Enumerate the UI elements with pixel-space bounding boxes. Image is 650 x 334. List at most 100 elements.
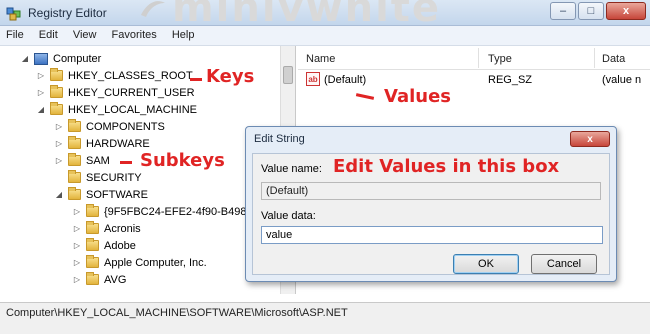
column-header-type[interactable]: Type bbox=[488, 53, 512, 65]
cancel-button[interactable]: Cancel bbox=[531, 254, 597, 274]
menu-view[interactable]: View bbox=[67, 26, 103, 41]
expand-icon[interactable]: ▷ bbox=[72, 207, 82, 217]
minimize-button[interactable]: – bbox=[550, 2, 576, 20]
tree-label: HARDWARE bbox=[86, 137, 150, 150]
tree-item-guid[interactable]: ▷ {9F5FBC24-EFE2-4f90-B498- bbox=[72, 203, 250, 220]
tree-item-acronis[interactable]: ▷ Acronis bbox=[72, 220, 141, 237]
tree-item-avg[interactable]: ▷ AVG bbox=[72, 271, 126, 288]
menu-file[interactable]: File bbox=[0, 26, 30, 41]
folder-icon bbox=[86, 272, 99, 285]
dialog-close-button[interactable]: x bbox=[570, 131, 610, 147]
dialog-body: Value name: Edit Values in this box (Def… bbox=[252, 153, 610, 275]
folder-icon bbox=[68, 170, 81, 183]
value-name-label: Value name: bbox=[261, 163, 322, 175]
annotation-dash bbox=[190, 78, 202, 81]
list-item[interactable]: ab (Default) REG_SZ (value n bbox=[298, 72, 650, 90]
dialog-title: Edit String bbox=[254, 133, 305, 145]
expand-icon[interactable]: ▷ bbox=[36, 88, 46, 98]
list-header: Name Type Data bbox=[298, 46, 650, 70]
value-type: REG_SZ bbox=[488, 74, 533, 86]
watermark-swoosh-icon bbox=[141, 1, 165, 17]
tree-item-hkcu[interactable]: ▷ HKEY_CURRENT_USER bbox=[36, 84, 195, 101]
scrollbar-thumb[interactable] bbox=[283, 66, 293, 84]
current-key-path: Computer\HKEY_LOCAL_MACHINE\SOFTWARE\Mic… bbox=[6, 307, 348, 319]
collapse-icon[interactable]: ◢ bbox=[54, 190, 64, 200]
folder-icon bbox=[50, 68, 63, 81]
tree-item-adobe[interactable]: ▷ Adobe bbox=[72, 237, 136, 254]
tree-label: AVG bbox=[104, 273, 127, 286]
tree-label: SECURITY bbox=[86, 171, 142, 184]
tree-label: Apple Computer, Inc. bbox=[104, 256, 207, 269]
value-data-input[interactable]: value bbox=[261, 226, 603, 244]
expand-icon[interactable]: ▷ bbox=[72, 258, 82, 268]
tree-item-hklm[interactable]: ◢ HKEY_LOCAL_MACHINE bbox=[36, 101, 197, 118]
tree-label: COMPONENTS bbox=[86, 120, 165, 133]
tree-item-software[interactable]: ◢ SOFTWARE bbox=[54, 186, 148, 203]
column-divider[interactable] bbox=[478, 48, 479, 68]
maximize-button[interactable]: □ bbox=[578, 2, 604, 20]
folder-icon bbox=[86, 238, 99, 251]
maximize-icon: □ bbox=[587, 5, 595, 17]
tree-item-apple[interactable]: ▷ Apple Computer, Inc. bbox=[72, 254, 207, 271]
string-value-icon: ab bbox=[306, 72, 320, 86]
folder-icon bbox=[68, 136, 81, 149]
tree-item-components[interactable]: ▷ COMPONENTS bbox=[54, 118, 165, 135]
value-data: (value n bbox=[602, 74, 642, 86]
expand-icon[interactable]: ▷ bbox=[72, 275, 82, 285]
expand-icon[interactable]: ▷ bbox=[36, 71, 46, 81]
tree-label: SAM bbox=[86, 154, 110, 167]
expand-icon[interactable]: ▷ bbox=[54, 156, 64, 166]
ok-button[interactable]: OK bbox=[453, 254, 519, 274]
column-header-data[interactable]: Data bbox=[602, 53, 625, 65]
tree-item-hardware[interactable]: ▷ HARDWARE bbox=[54, 135, 150, 152]
tree-item-hkcr[interactable]: ▷ HKEY_CLASSES_ROOT bbox=[36, 67, 193, 84]
edit-string-dialog: Edit String x Value name: Edit Values in… bbox=[245, 126, 617, 282]
close-icon: x bbox=[622, 5, 630, 17]
expand-icon[interactable]: ▷ bbox=[72, 241, 82, 251]
value-name: (Default) bbox=[324, 74, 367, 86]
computer-icon bbox=[34, 52, 48, 65]
tree-label: Computer bbox=[53, 52, 102, 65]
annotation-keys: Keys bbox=[206, 66, 255, 87]
value-data-label: Value data: bbox=[261, 210, 316, 222]
folder-icon bbox=[86, 204, 99, 217]
expand-icon[interactable]: ▷ bbox=[54, 139, 64, 149]
folder-icon bbox=[86, 221, 99, 234]
collapse-icon[interactable]: ◢ bbox=[36, 105, 46, 115]
folder-icon bbox=[86, 255, 99, 268]
tree-label: HKEY_LOCAL_MACHINE bbox=[68, 103, 197, 116]
menu-edit[interactable]: Edit bbox=[33, 26, 64, 41]
tree-label: {9F5FBC24-EFE2-4f90-B498- bbox=[104, 205, 251, 218]
collapse-icon[interactable]: ◢ bbox=[20, 54, 30, 64]
close-icon: x bbox=[587, 133, 593, 145]
annotation-subkeys: Subkeys bbox=[140, 150, 225, 171]
annotation-dash bbox=[120, 161, 132, 164]
folder-icon bbox=[50, 102, 63, 115]
close-button[interactable]: x bbox=[606, 2, 646, 20]
annotation-values: Values bbox=[384, 86, 451, 107]
tree-label: SOFTWARE bbox=[86, 188, 148, 201]
tree-label: Acronis bbox=[104, 222, 141, 235]
window-title: Registry Editor bbox=[28, 6, 107, 20]
tree-item-sam[interactable]: ▷ SAM bbox=[54, 152, 110, 169]
watermark-logo: minivwhite bbox=[140, 0, 441, 31]
column-header-name[interactable]: Name bbox=[306, 53, 335, 65]
menu-bar: File Edit View Favorites Help bbox=[0, 26, 650, 46]
column-divider[interactable] bbox=[594, 48, 595, 68]
value-name-field: (Default) bbox=[261, 182, 601, 200]
folder-icon bbox=[68, 153, 81, 166]
folder-icon bbox=[68, 187, 81, 200]
expand-icon[interactable]: ▷ bbox=[72, 224, 82, 234]
folder-icon bbox=[50, 85, 63, 98]
status-bar: Computer\HKEY_LOCAL_MACHINE\SOFTWARE\Mic… bbox=[0, 302, 650, 334]
annotation-edit: Edit Values in this box bbox=[333, 156, 560, 177]
tree-item-computer[interactable]: ◢ Computer bbox=[20, 50, 101, 67]
folder-icon bbox=[68, 119, 81, 132]
menu-favorites[interactable]: Favorites bbox=[106, 26, 163, 41]
menu-help[interactable]: Help bbox=[166, 26, 201, 41]
expand-spacer bbox=[54, 173, 64, 183]
minimize-icon: – bbox=[559, 5, 567, 17]
tree-item-security[interactable]: SECURITY bbox=[54, 169, 142, 186]
expand-icon[interactable]: ▷ bbox=[54, 122, 64, 132]
title-bar: Registry Editor minivwhite – □ x bbox=[0, 0, 650, 31]
